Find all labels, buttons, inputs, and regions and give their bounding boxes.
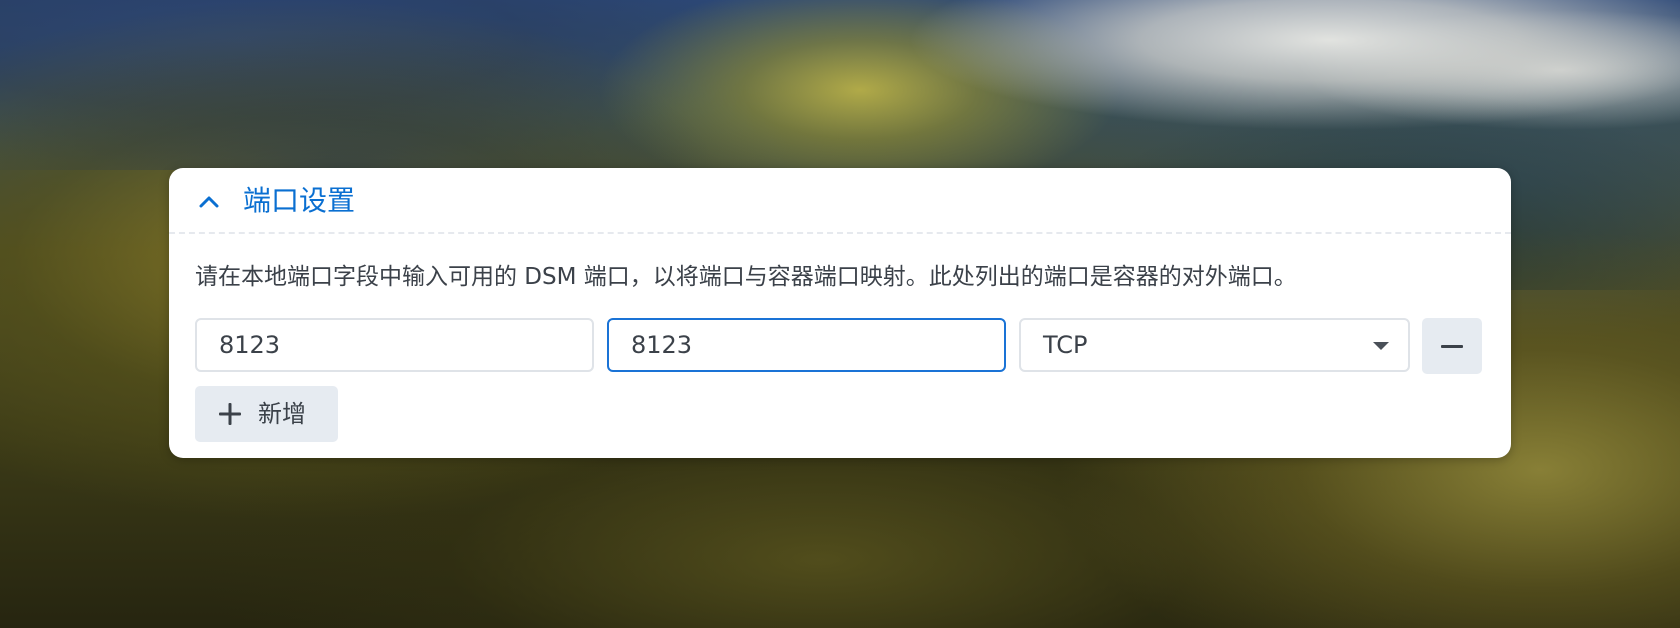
protocol-select[interactable]: TCP	[1019, 318, 1410, 372]
caret-down-icon	[1373, 342, 1389, 350]
remove-mapping-button[interactable]	[1422, 318, 1482, 374]
section-title[interactable]: 端口设置	[243, 184, 355, 218]
add-mapping-button[interactable]: 新增	[195, 386, 338, 442]
protocol-selected-value: TCP	[1043, 331, 1088, 359]
section-header[interactable]: 端口设置	[169, 168, 1511, 234]
port-settings-panel: 端口设置 请在本地端口字段中输入可用的 DSM 端口，以将端口与容器端口映射。此…	[169, 168, 1511, 458]
section-description: 请在本地端口字段中输入可用的 DSM 端口，以将端口与容器端口映射。此处列出的端…	[195, 264, 1297, 290]
mountain-ridge	[0, 30, 720, 170]
local-port-input[interactable]	[195, 318, 594, 372]
add-button-label: 新增	[258, 400, 306, 428]
minus-icon	[1441, 345, 1463, 348]
plus-icon	[219, 403, 241, 425]
chevron-up-icon[interactable]	[197, 190, 221, 214]
container-port-input[interactable]	[607, 318, 1006, 372]
